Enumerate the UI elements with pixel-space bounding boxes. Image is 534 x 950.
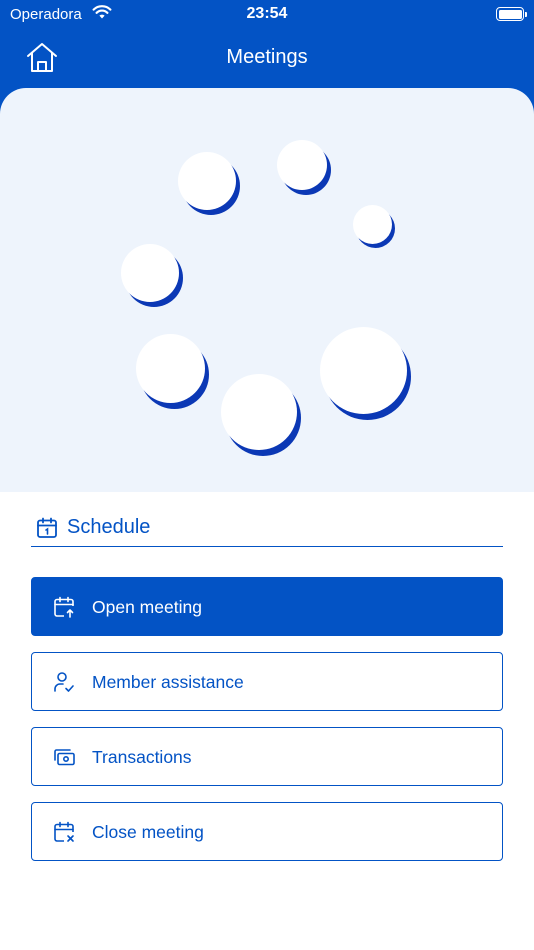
calendar-arrow-up-icon bbox=[52, 595, 76, 619]
transactions-label: Transactions bbox=[92, 747, 192, 767]
open-meeting-button[interactable]: Open meeting bbox=[31, 577, 503, 636]
spinner-dot bbox=[121, 244, 179, 302]
spinner-dot bbox=[136, 334, 205, 403]
loading-illustration bbox=[0, 88, 534, 492]
close-meeting-label: Close meeting bbox=[92, 822, 204, 842]
spinner-dot bbox=[178, 152, 236, 210]
section-header: Schedule bbox=[31, 512, 503, 547]
user-check-icon bbox=[52, 670, 76, 694]
member-assistance-label: Member assistance bbox=[92, 672, 244, 692]
battery-icon bbox=[496, 7, 527, 21]
spinner-dot bbox=[320, 327, 407, 414]
page-title: Meetings bbox=[226, 46, 308, 68]
calendar-icon bbox=[35, 516, 59, 545]
spinner-dot bbox=[277, 140, 327, 190]
status-bar: Operadora 23:54 bbox=[0, 0, 534, 30]
clock: 23:54 bbox=[246, 5, 288, 22]
section-title: Schedule bbox=[67, 516, 151, 538]
open-meeting-label: Open meeting bbox=[92, 597, 202, 617]
close-meeting-button[interactable]: Close meeting bbox=[31, 802, 503, 861]
spinner-dot bbox=[221, 374, 297, 450]
spinner-dot bbox=[353, 205, 392, 244]
calendar-x-icon bbox=[52, 820, 76, 844]
cash-icon bbox=[52, 745, 76, 769]
transactions-button[interactable]: Transactions bbox=[31, 727, 503, 786]
member-assistance-button[interactable]: Member assistance bbox=[31, 652, 503, 711]
